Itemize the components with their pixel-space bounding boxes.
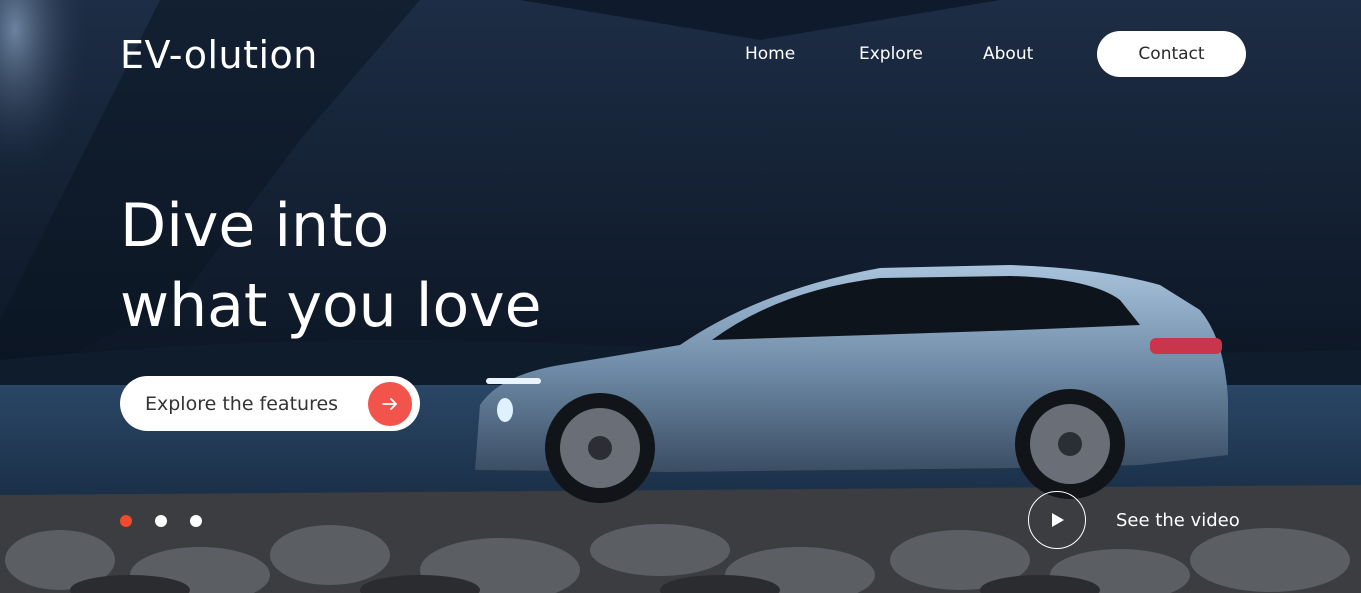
hero-section: EV-olution Home Explore About Contact Di…	[0, 0, 1361, 593]
slider-dot-3[interactable]	[190, 515, 202, 527]
nav-explore-link[interactable]: Explore	[859, 44, 923, 64]
headline-line-1: Dive into	[120, 191, 390, 261]
arrow-right-icon	[368, 382, 412, 426]
explore-features-button[interactable]: Explore the features	[120, 376, 420, 431]
slider-dots	[120, 515, 225, 527]
hero-headline: Dive into what you love	[120, 186, 542, 346]
headline-line-2: what you love	[120, 271, 542, 341]
brand-logo[interactable]: EV-olution	[120, 33, 318, 77]
play-button[interactable]	[1028, 491, 1086, 549]
explore-features-label: Explore the features	[145, 392, 339, 415]
slider-dot-1[interactable]	[120, 515, 132, 527]
contact-button[interactable]: Contact	[1097, 31, 1246, 77]
nav-about-link[interactable]: About	[983, 44, 1033, 64]
see-video-label: See the video	[1116, 509, 1240, 531]
play-icon	[1052, 513, 1064, 527]
slider-dot-2[interactable]	[155, 515, 167, 527]
see-video-button[interactable]: See the video	[1028, 491, 1240, 549]
nav-home-link[interactable]: Home	[745, 44, 795, 64]
